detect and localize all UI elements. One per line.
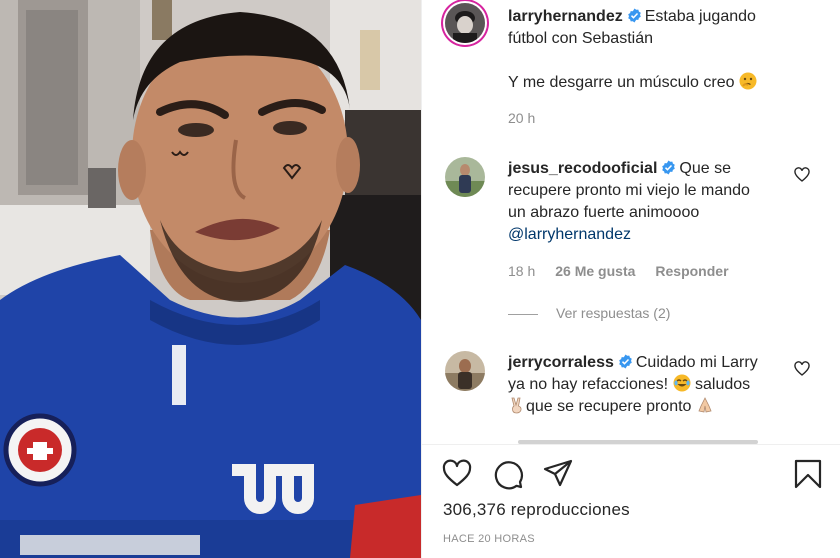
caption-time: 20 h (508, 110, 536, 126)
commenter-avatar-image (445, 351, 485, 391)
actions-divider (422, 444, 840, 445)
post-panel: larryhernandez Estaba jugando fútbol con … (421, 0, 840, 558)
video-player[interactable] (0, 0, 421, 558)
comment-icon[interactable] (492, 458, 524, 490)
comment-line-3: un abrazo fuerte animoooo (508, 204, 700, 221)
verified-badge-icon (662, 160, 676, 175)
comment-line-3: que se recupere pronto (526, 398, 692, 415)
reply-button[interactable]: Responder (655, 263, 728, 279)
verified-badge-icon (619, 354, 632, 369)
thinking-face-icon (739, 72, 757, 90)
caption-line-1: Estaba jugando (644, 8, 756, 25)
comment-line-2: ya no hay refacciones! (508, 376, 669, 393)
comment-username[interactable]: jesus_recodooficial (508, 160, 657, 177)
folded-hands-icon (698, 397, 712, 413)
bookmark-icon[interactable] (792, 458, 824, 490)
comment-username[interactable]: jerrycorraless (508, 354, 614, 371)
comments-list[interactable]: larryhernandez Estaba jugando fútbol con … (422, 0, 840, 444)
share-icon[interactable] (542, 458, 574, 490)
mention-link[interactable]: @larryhernandez (508, 226, 631, 243)
author-avatar-image (445, 3, 485, 43)
caption-line-3: Y me desgarre un músculo creo (508, 74, 735, 91)
comment-line-2: recupere pronto mi viejo le mando (508, 182, 750, 199)
view-replies-button[interactable]: Ver respuestas (2) (508, 305, 670, 321)
commenter-avatar-image (445, 157, 485, 197)
author-avatar[interactable] (445, 3, 485, 43)
comment-text: jerrycorraless Cuidado mi Larry ya no hay… (508, 352, 808, 418)
commenter-avatar[interactable] (445, 157, 485, 197)
post-caption: larryhernandez Estaba jugando fútbol con … (508, 6, 828, 94)
verified-badge-icon (627, 8, 641, 23)
comment-line-2b: saludos (695, 376, 751, 393)
like-comment-heart-icon[interactable] (794, 361, 810, 377)
posted-time: HACE 20 HORAS (443, 533, 535, 545)
comment-line-1: Cuidado mi Larry (635, 354, 758, 371)
commenter-avatar[interactable] (445, 351, 485, 391)
caption-line-2: fútbol con Sebastián (508, 30, 653, 47)
author-username[interactable]: larryhernandez (508, 8, 623, 25)
clipped-comment-meta (518, 433, 758, 444)
views-count[interactable]: 306,376 reproducciones (443, 500, 630, 520)
comment-likes[interactable]: 26 Me gusta (555, 263, 635, 279)
comment-time: 18 h (508, 263, 536, 279)
replies-divider-line (508, 313, 538, 315)
heart-icon[interactable] (441, 458, 473, 490)
like-comment-heart-icon[interactable] (794, 167, 810, 183)
joy-face-icon (673, 374, 691, 392)
video-frame-image (0, 0, 421, 558)
comment-line-1: Que se (679, 160, 731, 177)
view-replies-label: Ver respuestas (2) (556, 305, 671, 321)
victory-hand-icon (511, 397, 522, 414)
comment-text: jesus_recodooficial Que se recupere pront… (508, 158, 808, 246)
comment-meta: 18 h 26 Me gusta Responder (508, 263, 729, 279)
